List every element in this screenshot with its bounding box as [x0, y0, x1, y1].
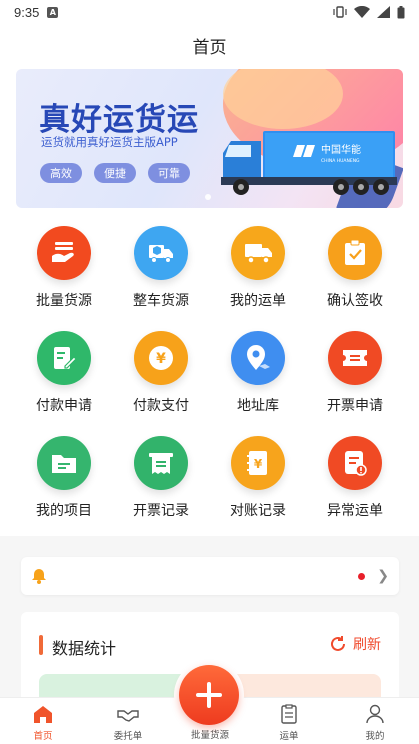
banner-tag: 便捷: [94, 163, 136, 183]
banner-tag: 高效: [40, 163, 82, 183]
refresh-button[interactable]: 刷新: [329, 634, 381, 654]
grid-item-bulk-cargo[interactable]: 批量货源: [16, 222, 112, 322]
tab-waybill[interactable]: 运单: [259, 702, 319, 742]
grid-item-label: 异常运单: [327, 503, 383, 519]
battery-icon: [397, 5, 405, 18]
tab-label: 我的: [365, 731, 385, 742]
svg-text:¥: ¥: [156, 351, 166, 367]
grid-item-label: 开票记录: [133, 503, 189, 519]
refresh-icon: [331, 636, 345, 651]
section-accent-bar: [39, 635, 43, 655]
grid-item-label: 对账记录: [230, 503, 286, 519]
vibrate-icon: [333, 6, 347, 18]
grid-item-reconciliation-records[interactable]: ¥ 对账记录: [210, 432, 306, 532]
receipt-icon: [134, 436, 188, 490]
banner-subtitle: 运货就用真好运货主版APP: [41, 135, 178, 149]
grid-item-payment-request[interactable]: 付款申请: [16, 327, 112, 427]
truck-brand: 中国华能: [321, 143, 361, 156]
plus-icon: [196, 682, 222, 708]
home-icon: [34, 706, 52, 723]
user-icon: [366, 704, 384, 724]
clipboard-icon: [281, 704, 297, 724]
notebook-yuan-icon: ¥: [231, 436, 285, 490]
ticket-icon: [328, 331, 382, 385]
truck-cargo-icon: [134, 226, 188, 280]
truck-illustration: 中国华能 CHINA HUANENG: [221, 131, 397, 195]
grid-item-abnormal-waybill[interactable]: 异常运单: [307, 432, 403, 532]
tab-home[interactable]: 首页: [13, 702, 73, 742]
wifi-icon: [354, 6, 370, 18]
banner-tag: 可靠: [148, 163, 190, 183]
edit-document-icon: [37, 331, 91, 385]
truck-icon: [231, 226, 285, 280]
grid-item-label: 我的运单: [230, 293, 286, 309]
refresh-label: 刷新: [353, 637, 381, 653]
banner-tags: 高效 便捷 可靠: [40, 163, 190, 183]
add-fab-button[interactable]: [179, 665, 239, 725]
signal-icon: [377, 6, 390, 18]
grid-item-confirm-receipt[interactable]: 确认签收: [307, 222, 403, 322]
promo-banner[interactable]: 真好运货运 运货就用真好运货主版APP 高效 便捷 可靠 中国华能 CHINA …: [16, 69, 403, 208]
grid-item-payment[interactable]: ¥ 付款支付: [113, 327, 209, 427]
grid-item-label: 确认签收: [327, 293, 383, 309]
svg-text:¥: ¥: [254, 457, 263, 471]
stats-title: 数据统计: [52, 639, 117, 658]
grid-item-my-projects[interactable]: 我的项目: [16, 432, 112, 532]
bell-icon: [32, 569, 46, 584]
grid-item-label: 付款支付: [133, 398, 189, 414]
tab-mine[interactable]: 我的: [345, 702, 405, 742]
chevron-right-icon: ❯: [377, 568, 389, 584]
grid-item-label: 付款申请: [36, 398, 92, 414]
tab-label: 首页: [33, 731, 53, 742]
tab-label: 委托单: [113, 731, 143, 742]
tab-orders[interactable]: 委托单: [98, 702, 158, 742]
banner-indicator[interactable]: [205, 194, 211, 200]
handshake-icon: [117, 710, 139, 722]
grid-item-address-book[interactable]: 地址库: [210, 327, 306, 427]
error-document-icon: [328, 436, 382, 490]
notification-a-icon: A: [47, 6, 59, 18]
notice-bar[interactable]: ❯: [21, 557, 399, 595]
clipboard-check-icon: [328, 226, 382, 280]
grid-item-invoice-records[interactable]: 开票记录: [113, 432, 209, 532]
status-bar: 9:35 A: [0, 0, 419, 24]
yuan-coin-icon: ¥: [134, 331, 188, 385]
tab-label: 运单: [279, 731, 299, 742]
grid-item-label: 开票申请: [327, 398, 383, 414]
unread-dot: [358, 572, 366, 580]
location-pin-icon: [231, 331, 285, 385]
grid-item-label: 我的项目: [36, 503, 92, 519]
grid-item-label: 批量货源: [36, 293, 92, 309]
page-title: 首页: [0, 24, 419, 66]
grid-item-label: 地址库: [237, 398, 279, 414]
grid-item-invoice-request[interactable]: 开票申请: [307, 327, 403, 427]
banner-title: 真好运货运: [39, 102, 199, 138]
grid-item-my-waybill[interactable]: 我的运单: [210, 222, 306, 322]
bulk-cargo-icon: [37, 226, 91, 280]
grid-item-label: 整车货源: [133, 293, 189, 309]
folder-icon: [37, 436, 91, 490]
status-time: 9:35: [14, 4, 40, 20]
grid-item-truck-cargo[interactable]: 整车货源: [113, 222, 209, 322]
truck-brand-en: CHINA HUANENG: [321, 158, 360, 164]
